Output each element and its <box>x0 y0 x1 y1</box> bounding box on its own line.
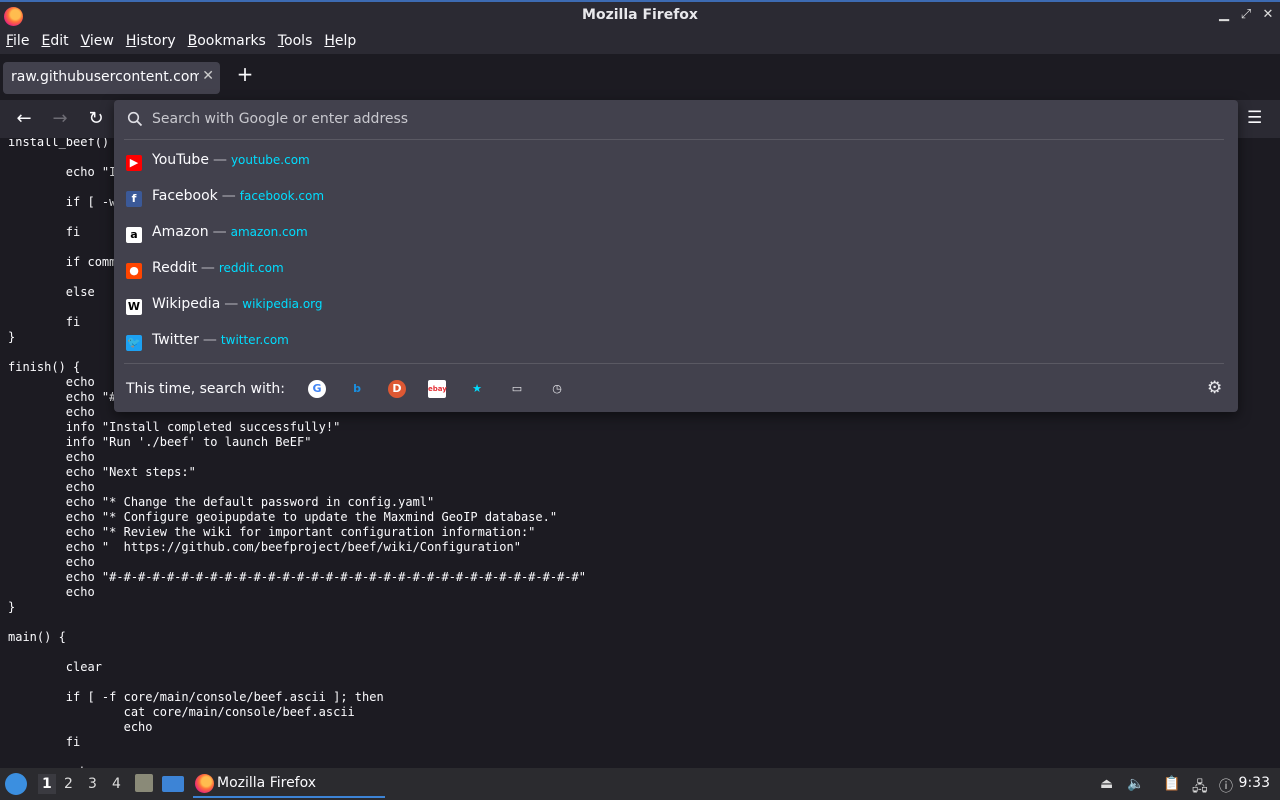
suggestion-url: youtube.com <box>230 153 310 167</box>
taskbar-firefox-button[interactable]: Mozilla Firefox <box>193 770 385 798</box>
twitter-favicon-icon: 🐦 <box>126 335 142 351</box>
bookmarks-icon[interactable]: ★ <box>468 380 486 398</box>
close-window-button[interactable]: ✕ <box>1258 7 1278 22</box>
bing-icon[interactable]: b <box>348 380 366 398</box>
youtube-favicon-icon: ▶ <box>126 155 142 171</box>
start-menu-button[interactable] <box>5 773 27 795</box>
suggestion-label: YouTube — youtube.com <box>152 152 310 168</box>
search-icon <box>127 111 143 127</box>
notification-icon[interactable]: ⓘ <box>1219 776 1233 796</box>
forward-button[interactable]: → <box>48 108 72 129</box>
search-with-label: This time, search with: <box>126 381 285 397</box>
divider <box>124 139 1224 140</box>
app-menu-button[interactable]: ☰ <box>1247 108 1262 128</box>
amazon-favicon-icon: a <box>126 227 142 243</box>
suggestion-youtube[interactable]: ▶ YouTube — youtube.com <box>114 144 1238 180</box>
menu-help[interactable]: Help <box>324 30 362 54</box>
maximize-button[interactable]: ⤢ <box>1236 7 1256 22</box>
suggestion-twitter[interactable]: 🐦 Twitter — twitter.com <box>114 324 1238 360</box>
wikipedia-favicon-icon: W <box>126 299 142 315</box>
suggestion-label: Facebook — facebook.com <box>152 188 325 204</box>
suggestion-url: twitter.com <box>220 333 289 347</box>
facebook-favicon-icon: f <box>126 191 142 207</box>
workspace-1[interactable]: 1 <box>38 774 56 794</box>
google-icon[interactable]: G <box>308 380 326 398</box>
taskbar-app-label: Mozilla Firefox <box>217 775 317 791</box>
suggestion-url: wikipedia.org <box>242 297 323 311</box>
reddit-favicon-icon: ● <box>126 263 142 279</box>
clipboard-icon[interactable]: 📋 <box>1163 776 1180 792</box>
ebay-icon[interactable]: ebay <box>428 380 447 398</box>
suggestion-url: facebook.com <box>239 189 325 203</box>
suggestion-wikipedia[interactable]: W Wikipedia — wikipedia.org <box>114 288 1238 324</box>
menu-bookmarks[interactable]: Bookmarks <box>188 30 272 54</box>
workspace-4[interactable]: 4 <box>112 776 121 792</box>
window-titlebar: Mozilla Firefox ▁ ⤢ ✕ <box>0 0 1280 30</box>
tab-title: raw.githubusercontent.com/b <box>11 69 199 85</box>
tab-close-icon[interactable]: ✕ <box>202 68 214 84</box>
minimize-button[interactable]: ▁ <box>1214 7 1234 22</box>
menu-edit[interactable]: Edit <box>41 30 74 54</box>
suggestion-amazon[interactable]: a Amazon — amazon.com <box>114 216 1238 252</box>
url-input[interactable] <box>152 108 1152 130</box>
back-button[interactable]: ← <box>12 108 36 129</box>
updates-icon[interactable]: ⏏ <box>1100 776 1113 792</box>
workspace-2[interactable]: 2 <box>64 776 73 792</box>
clock: 9:33 <box>1238 775 1270 791</box>
desktop-icon[interactable] <box>162 776 184 792</box>
urlbar-dropdown: ▶ YouTube—youtube.com f Facebook—facebook.c… <box>114 100 1238 412</box>
suggestion-url: reddit.com <box>218 261 284 275</box>
divider <box>124 363 1224 364</box>
volume-icon[interactable]: 🔈 <box>1127 776 1144 792</box>
suggestion-label: Twitter — twitter.com <box>152 332 289 348</box>
workspace-3[interactable]: 3 <box>88 776 97 792</box>
menu-history[interactable]: History <box>126 30 182 54</box>
menubar: File Edit View History Bookmarks Tools Help <box>0 30 1280 54</box>
tab-strip: raw.githubusercontent.com/b ✕ <box>0 54 1280 100</box>
search-settings-gear-icon[interactable]: ⚙ <box>1207 378 1222 398</box>
suggestion-label: Amazon — amazon.com <box>152 224 308 240</box>
firefox-icon <box>195 774 214 793</box>
network-icon[interactable]: 🖧 <box>1192 776 1208 800</box>
duckduckgo-icon[interactable]: D <box>388 380 406 398</box>
new-tab-button[interactable]: + <box>234 62 256 86</box>
suggestion-reddit[interactable]: ● Reddit — reddit.com <box>114 252 1238 288</box>
window-title: Mozilla Firefox <box>582 7 698 23</box>
reload-button[interactable]: ↻ <box>84 108 108 129</box>
suggestion-url: amazon.com <box>230 225 308 239</box>
history-icon[interactable]: ◷ <box>548 380 566 398</box>
menu-tools[interactable]: Tools <box>278 30 319 54</box>
suggestion-label: Reddit — reddit.com <box>152 260 284 276</box>
menu-view[interactable]: View <box>81 30 120 54</box>
menu-file[interactable]: File <box>6 30 35 54</box>
suggestion-label: Wikipedia — wikipedia.org <box>152 296 323 312</box>
tabs-icon[interactable]: ▭ <box>508 380 526 398</box>
taskbar: 1234 Mozilla Firefox ⏏ 🔈 📋 🖧 ⓘ 9:33 <box>0 768 1280 800</box>
tab-active[interactable]: raw.githubusercontent.com/b ✕ <box>3 62 220 94</box>
suggestion-facebook[interactable]: f Facebook — facebook.com <box>114 180 1238 216</box>
file-manager-icon[interactable] <box>135 774 153 792</box>
